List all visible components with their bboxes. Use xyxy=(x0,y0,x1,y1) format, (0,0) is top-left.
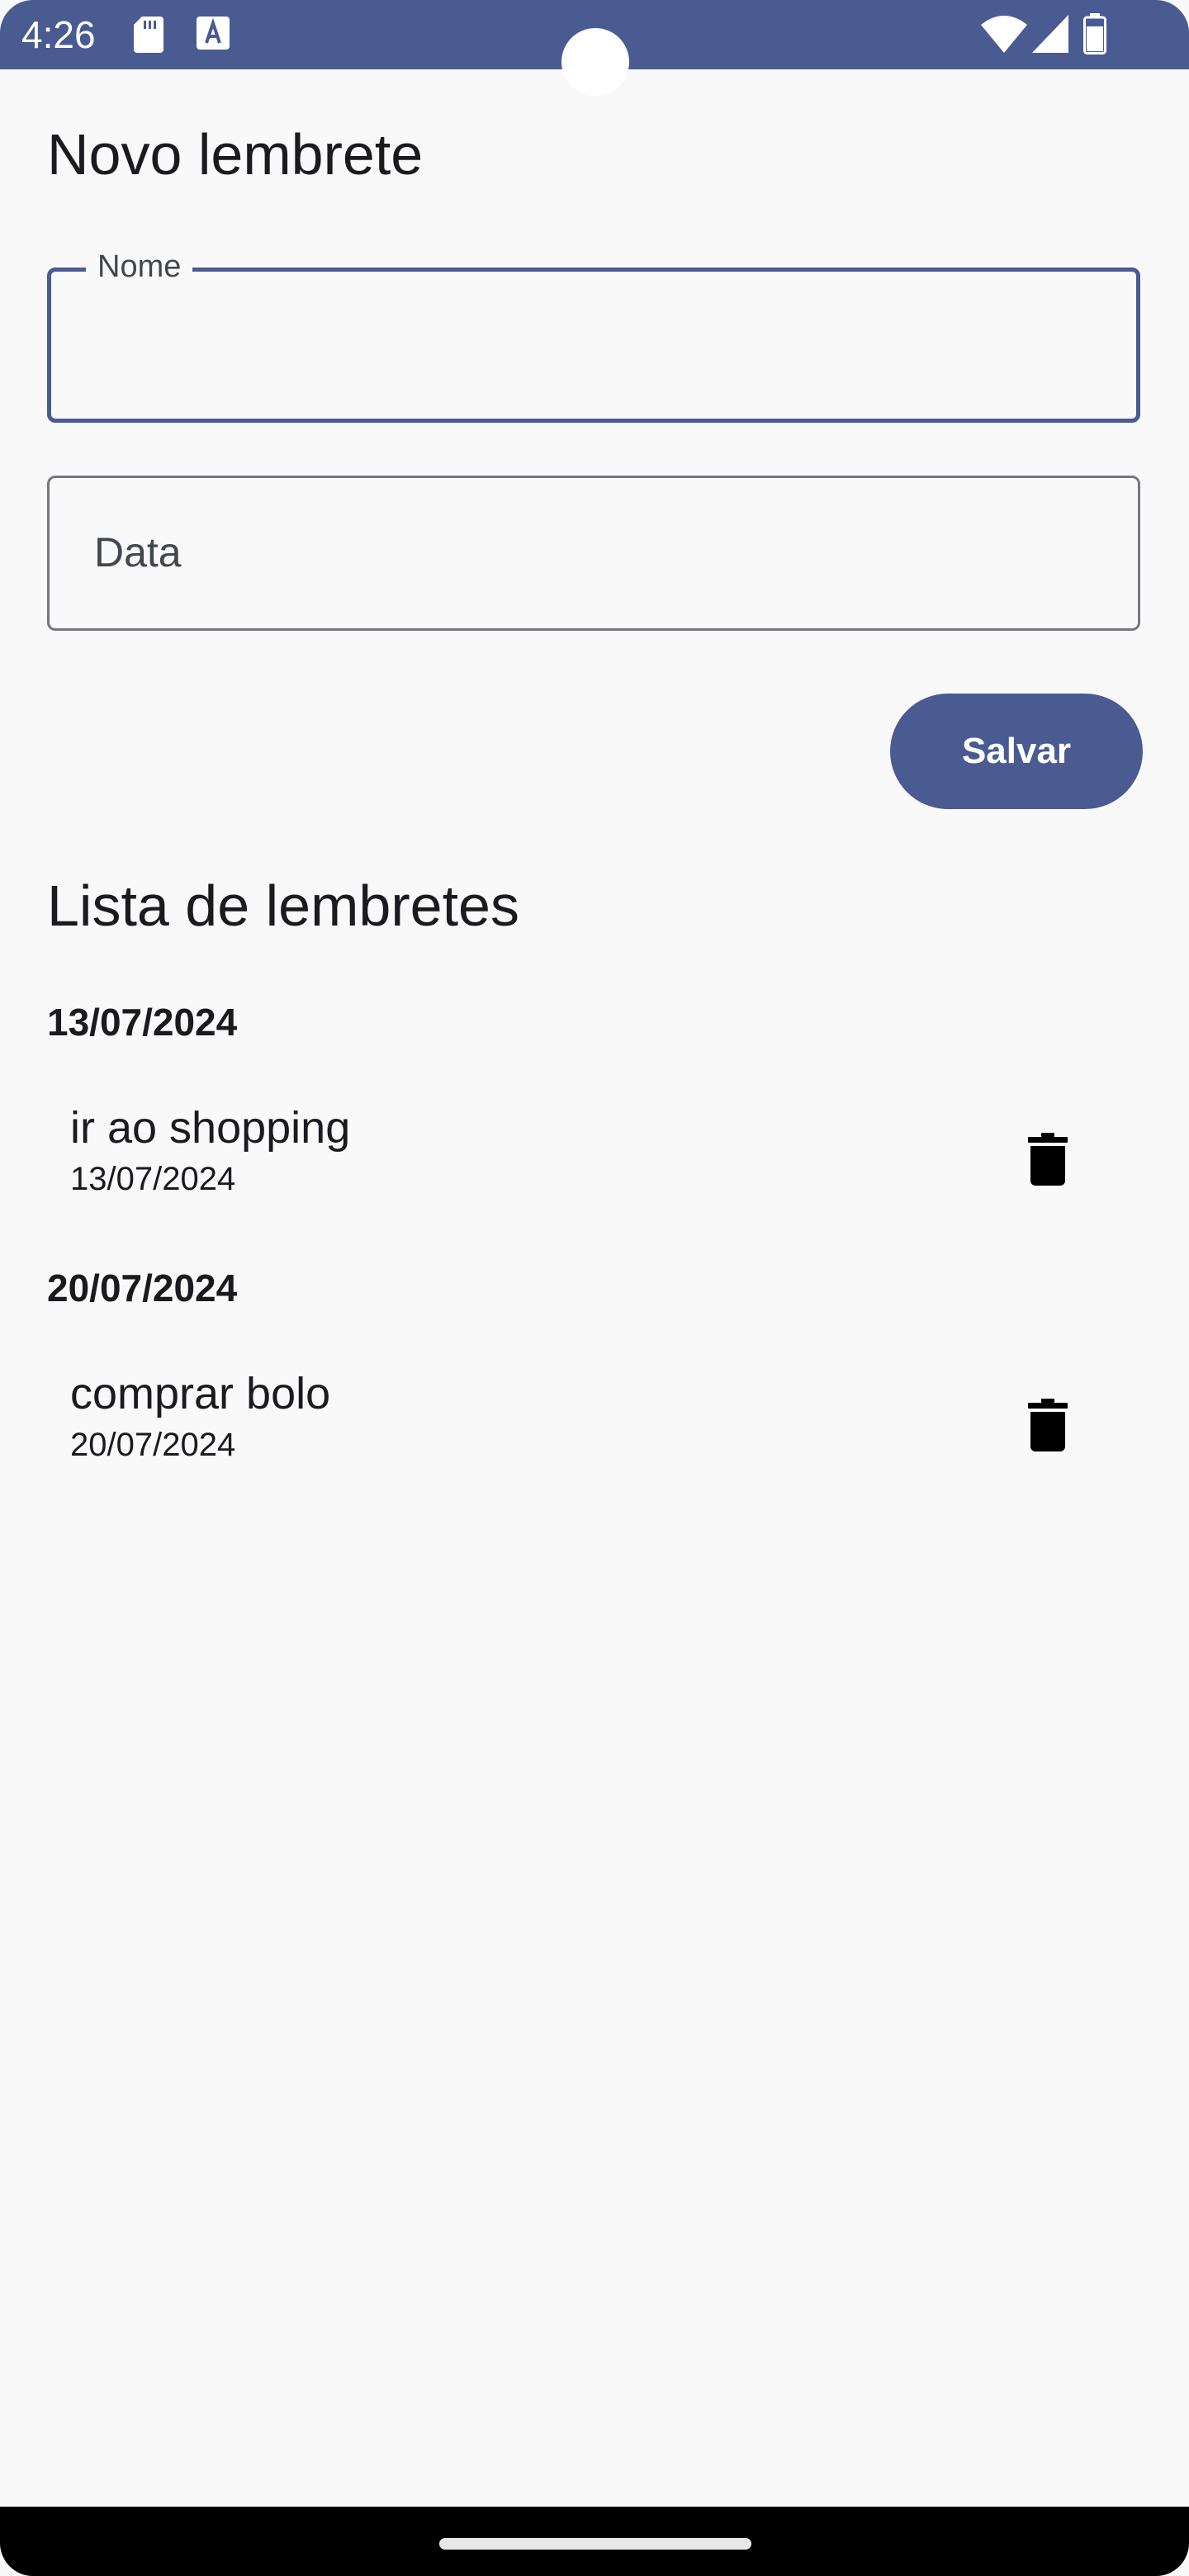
battery-icon xyxy=(1083,13,1106,59)
item-date: 13/07/2024 xyxy=(70,1161,236,1197)
date-field-placeholder: Data xyxy=(94,529,182,575)
signal-icon xyxy=(1032,15,1068,57)
page-title: Novo lembrete xyxy=(47,122,424,187)
group-date-header: 20/07/2024 xyxy=(47,1267,238,1309)
list-item[interactable]: comprar bolo 20/07/2024 xyxy=(47,1366,1140,1514)
item-title: comprar bolo xyxy=(70,1369,331,1418)
list-title: Lista de lembretes xyxy=(47,874,519,938)
item-title: ir ao shopping xyxy=(70,1103,351,1153)
camera-cutout xyxy=(561,28,629,96)
text-a-icon xyxy=(197,17,230,54)
status-time: 4:26 xyxy=(21,13,96,56)
name-field[interactable]: Nome xyxy=(47,244,1140,423)
group-date-header: 13/07/2024 xyxy=(47,1001,238,1044)
date-field[interactable]: Data xyxy=(47,476,1140,631)
trash-icon xyxy=(1028,1133,1068,1186)
item-date: 20/07/2024 xyxy=(70,1427,236,1463)
delete-button[interactable] xyxy=(1015,1392,1081,1458)
list-item[interactable]: ir ao shopping 13/07/2024 xyxy=(47,1100,1140,1248)
save-button[interactable]: Salvar xyxy=(890,694,1143,809)
name-field-label: Nome xyxy=(86,244,193,290)
wifi-icon xyxy=(981,15,1027,57)
delete-button[interactable] xyxy=(1015,1126,1081,1192)
trash-icon xyxy=(1028,1399,1068,1451)
home-handle[interactable] xyxy=(439,2538,751,2550)
navigation-bar xyxy=(0,2507,1189,2576)
sd-card-icon xyxy=(134,17,163,57)
